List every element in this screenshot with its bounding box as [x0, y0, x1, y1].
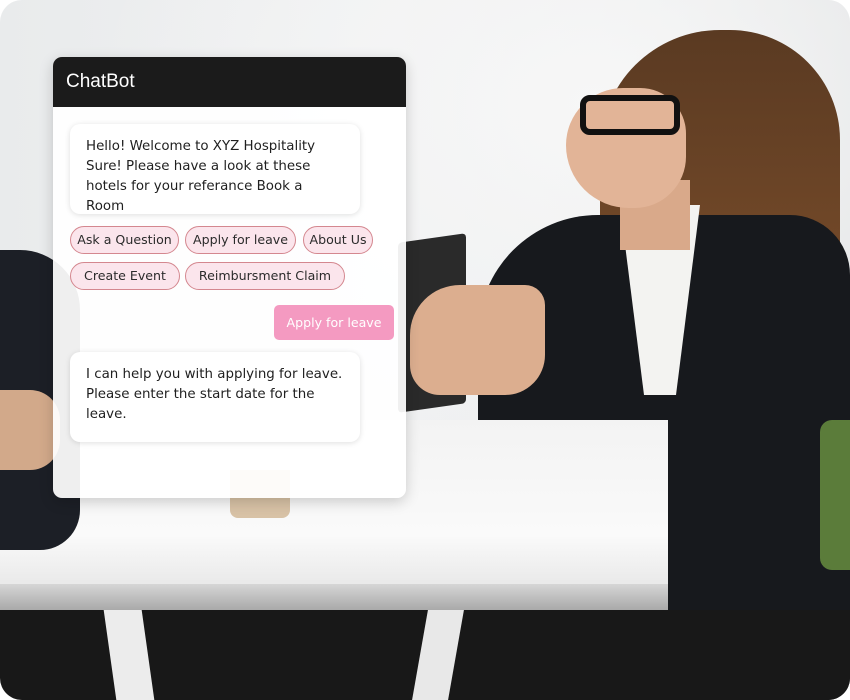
apply-leave-chip[interactable]: Apply for leave — [185, 226, 296, 254]
chatbot-header: ChatBot — [53, 57, 406, 107]
user-message: Apply for leave — [274, 305, 394, 340]
chatbot-title: ChatBot — [66, 71, 135, 92]
bot-message: I can help you with applying for leave. … — [70, 352, 360, 442]
about-us-chip[interactable]: About Us — [303, 226, 373, 254]
background-table-edge — [0, 584, 668, 610]
app-screen: ChatBot Hello! Welcome to XYZ Hospitalit… — [0, 0, 850, 700]
ask-question-chip[interactable]: Ask a Question — [70, 226, 179, 254]
reimbursement-claim-chip[interactable]: Reimbursment Claim — [185, 262, 345, 290]
bot-message: Hello! Welcome to XYZ Hospitality Sure! … — [70, 124, 360, 214]
background-person-hands — [410, 285, 545, 395]
background-person-left-hand — [0, 390, 60, 470]
background-plant — [820, 420, 850, 570]
background-glasses — [580, 95, 680, 135]
create-event-chip[interactable]: Create Event — [70, 262, 180, 290]
chatbot-panel: ChatBot Hello! Welcome to XYZ Hospitalit… — [53, 57, 406, 498]
